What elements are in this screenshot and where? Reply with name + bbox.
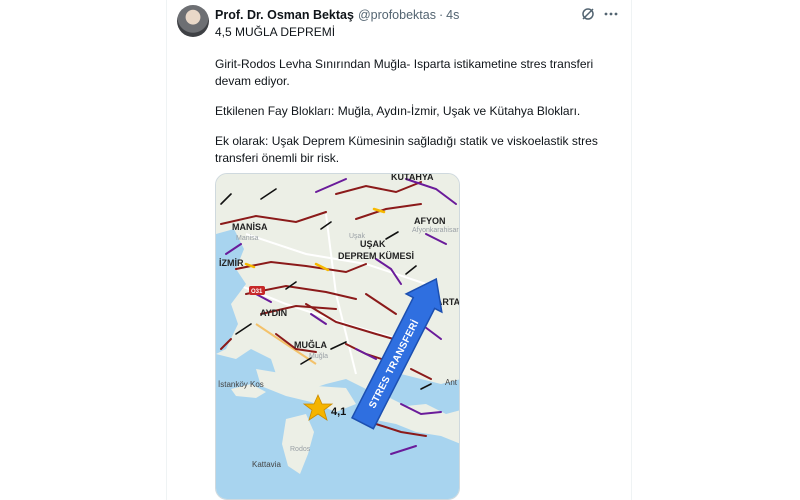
map-sublabel-manisa: Manisa — [236, 235, 259, 242]
map-label-izmir: İZMİR — [219, 258, 244, 268]
grok-icon[interactable] — [580, 6, 596, 22]
avatar[interactable] — [177, 5, 209, 37]
map-label-aydin: AYDIN — [260, 308, 287, 318]
map-label-manisa: MANİSA — [232, 222, 268, 232]
map-label-rodos: Rodos — [290, 446, 311, 453]
fault-map-svg: KÜTAHYA MANİSA Manisa İZMİR AFYON Afyonk… — [216, 174, 459, 499]
author-handle[interactable]: @profobektas — [358, 8, 436, 22]
map-sublabel-mugla: Muğla — [309, 353, 328, 360]
tweet[interactable]: Prof. Dr. Osman Bektaş @profobektas · 4s… — [167, 0, 631, 500]
map-label-ant: Ant — [445, 378, 458, 387]
map-label-kutahya: KÜTAHYA — [391, 174, 434, 182]
map-label-afyon: AFYON — [414, 216, 446, 226]
map-sublabel-afyon: Afyonkarahisar — [412, 227, 459, 234]
tweet-text-title: 4,5 MUĞLA DEPREMİ — [215, 25, 336, 39]
more-options-icon[interactable] — [603, 6, 619, 22]
tweet-text-paragraph: Etkilenen Fay Blokları: Muğla, Aydın-İzm… — [215, 104, 581, 118]
column-border-right — [631, 0, 632, 500]
map-label-kos: İstanköy Kos — [218, 380, 264, 389]
tweet-text-paragraph: Girit-Rodos Levha Sınırından Muğla- Ispa… — [215, 57, 594, 88]
map-label-usak-cluster-2: DEPREM KÜMESİ — [338, 251, 414, 261]
timestamp[interactable]: 4s — [446, 8, 459, 22]
map-label-usak-cluster-1: UŞAK — [360, 239, 386, 249]
tweet-text-paragraph: Ek olarak: Uşak Deprem Kümesinin sağladı… — [215, 134, 598, 165]
author-name[interactable]: Prof. Dr. Osman Bektaş — [215, 8, 354, 22]
road-sign-label: O31 — [251, 289, 263, 295]
separator-dot: · — [438, 8, 444, 22]
map-label-kattavia: Kattavia — [252, 460, 281, 469]
tweet-image-fault-map[interactable]: KÜTAHYA MANİSA Manisa İZMİR AFYON Afyonk… — [215, 173, 460, 500]
magnitude-label: 4,1 — [331, 406, 346, 418]
tweet-header: Prof. Dr. Osman Bektaş @profobektas · 4s — [215, 7, 459, 23]
map-label-mugla: MUĞLA — [294, 339, 327, 350]
